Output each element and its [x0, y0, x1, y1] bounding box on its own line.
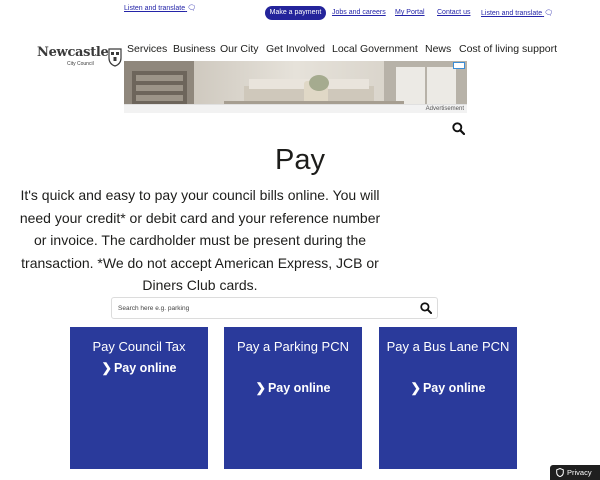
nav-services[interactable]: Services [127, 43, 167, 55]
jobs-careers-link[interactable]: Jobs and careers [332, 9, 386, 16]
adchoices-icon[interactable] [453, 62, 465, 69]
crest-icon [108, 48, 122, 67]
pay-online-link[interactable]: ❯ Pay online [224, 380, 362, 395]
card-pay-council-tax[interactable]: Pay Council Tax ❯ Pay online [70, 327, 208, 469]
search-icon[interactable] [452, 122, 465, 135]
chevron-right-icon: ❯ [410, 381, 421, 395]
chevron-right-icon: ❯ [101, 361, 112, 375]
nav-get-involved[interactable]: Get Involved [266, 43, 325, 55]
card-title: Pay a Parking PCN [237, 339, 349, 354]
listen-translate-link[interactable]: Listen and translate 🗨 [124, 4, 196, 12]
contact-us-link[interactable]: Contact us [437, 9, 470, 16]
make-payment-button[interactable]: Make a payment [265, 6, 326, 20]
pay-online-link[interactable]: ❯ Pay online [70, 360, 208, 375]
listen-translate-link-right[interactable]: Listen and translate 🗨 [481, 9, 553, 17]
my-portal-link[interactable]: My Portal [395, 9, 425, 16]
card-title: Pay Council Tax [92, 339, 186, 354]
nav-our-city[interactable]: Our City [220, 43, 259, 55]
nav-business[interactable]: Business [173, 43, 216, 55]
advertisement-label-bar: Advertisement [124, 104, 467, 113]
council-logo[interactable]: Newcastle City Council [37, 45, 125, 71]
search-input[interactable] [118, 302, 408, 315]
speaker-icon: 🗨 [544, 10, 553, 17]
logo-subtitle: City Council [67, 61, 94, 67]
speaker-icon: 🗨 [187, 5, 196, 12]
card-pay-parking-pcn[interactable]: Pay a Parking PCN ❯ Pay online [224, 327, 362, 469]
card-title: Pay a Bus Lane PCN [386, 339, 510, 354]
privacy-button[interactable]: Privacy [550, 465, 600, 480]
pay-online-link[interactable]: ❯ Pay online [379, 380, 517, 395]
privacy-label: Privacy [567, 468, 592, 477]
chevron-right-icon: ❯ [255, 381, 266, 395]
search-icon[interactable] [420, 302, 432, 314]
nav-news[interactable]: News [425, 43, 451, 55]
advertisement-label: Advertisement [425, 106, 464, 112]
logo-wordmark: Newcastle [37, 45, 109, 60]
page-title: Pay [275, 144, 325, 176]
search-box[interactable] [111, 297, 438, 319]
nav-cost-of-living[interactable]: Cost of living support [459, 43, 557, 55]
nav-local-government[interactable]: Local Government [332, 43, 418, 55]
intro-paragraph: It's quick and easy to pay your council … [19, 187, 381, 293]
shield-icon [556, 468, 564, 477]
card-pay-bus-lane-pcn[interactable]: Pay a Bus Lane PCN ❯ Pay online [379, 327, 517, 469]
